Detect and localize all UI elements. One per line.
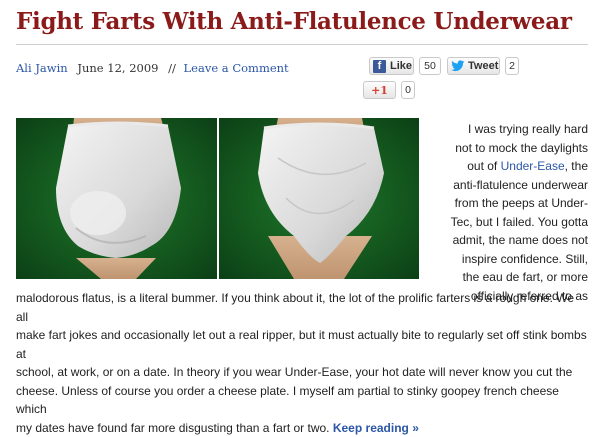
facebook-like-count: 50 xyxy=(419,57,441,75)
article-line: out of Under-Ease, the xyxy=(428,157,588,176)
article-text-fragment: out of xyxy=(467,159,497,173)
underwear-photo xyxy=(16,118,419,279)
article-line: my dates have found far more disgusting … xyxy=(16,419,588,437)
article-line: from the peeps at Under- xyxy=(428,194,588,213)
article-text-wrap: I was trying really hard not to mock the… xyxy=(428,120,588,305)
article-text-full: malodorous flatus, is a literal bummer. … xyxy=(16,289,588,437)
article-text-fragment: my dates have found far more disgusting … xyxy=(16,421,330,435)
meta-separator: // xyxy=(168,61,176,75)
facebook-like-label: Like xyxy=(390,60,412,72)
leave-comment-link[interactable]: Leave a Comment xyxy=(184,61,289,75)
facebook-icon: f xyxy=(373,60,386,73)
article-line: school, at work, or on a date. In theory… xyxy=(16,363,588,382)
gplus-button[interactable]: +1 xyxy=(363,81,396,99)
post-meta: Ali Jawin June 12, 2009 // Leave a Comme… xyxy=(16,61,289,75)
gplus-label: +1 xyxy=(371,84,388,97)
twitter-bird-icon xyxy=(451,60,465,72)
article-line: not to mock the daylights xyxy=(428,139,588,158)
article-line: make fart jokes and occasionally let out… xyxy=(16,326,588,363)
article-line: cheese. Unless of course you order a che… xyxy=(16,382,588,419)
article-line: anti-flatulence underwear xyxy=(428,176,588,195)
tweet-button[interactable]: Tweet xyxy=(447,57,500,75)
article-line: admit, the name does not xyxy=(428,231,588,250)
article-text-fragment: , the xyxy=(565,159,588,173)
post-date: June 12, 2009 xyxy=(77,61,158,75)
gplus-count: 0 xyxy=(401,81,415,99)
article-line: inspire confidence. Still, xyxy=(428,250,588,269)
post-title[interactable]: Fight Farts With Anti-Flatulence Underwe… xyxy=(16,8,572,35)
keep-reading-link[interactable]: Keep reading » xyxy=(333,421,419,435)
tweet-label: Tweet xyxy=(468,60,498,72)
article-line: I was trying really hard xyxy=(428,120,588,139)
facebook-like-button[interactable]: f Like xyxy=(369,57,414,75)
author-link[interactable]: Ali Jawin xyxy=(16,61,68,75)
article-line: Tec, but I failed. You gotta xyxy=(428,213,588,232)
article-line: malodorous flatus, is a literal bummer. … xyxy=(16,289,588,326)
title-divider xyxy=(16,44,588,45)
under-ease-link[interactable]: Under-Ease xyxy=(501,159,565,173)
tweet-count: 2 xyxy=(505,57,519,75)
article-line: the eau de fart, or more xyxy=(428,268,588,287)
